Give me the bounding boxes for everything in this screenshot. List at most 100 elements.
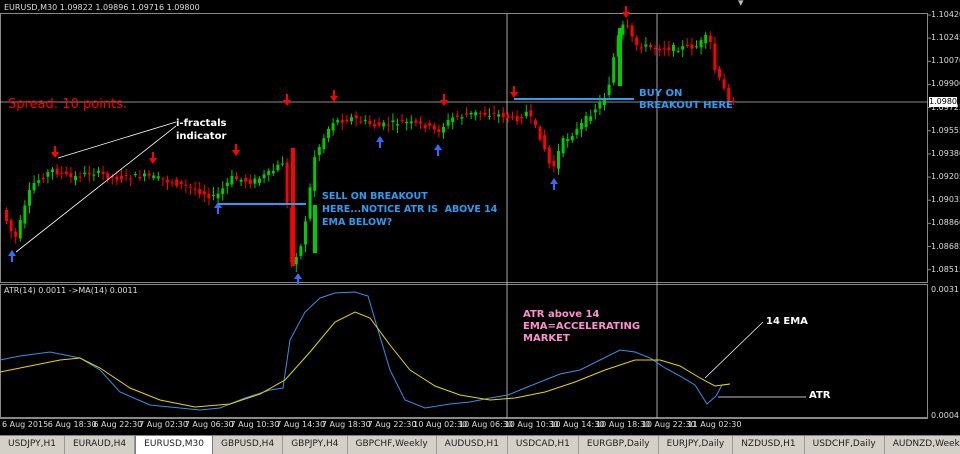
candle-body <box>55 168 59 175</box>
candle-body <box>37 180 41 183</box>
candle-body <box>230 175 234 185</box>
candle-body <box>690 44 694 49</box>
candle-body <box>653 47 657 49</box>
candle-body <box>115 176 119 181</box>
collapse-icon[interactable]: ▾ <box>738 0 744 9</box>
candle-body <box>515 116 519 122</box>
fractal-down-arrow-icon <box>622 6 630 18</box>
candle-body <box>299 246 303 257</box>
fractal-up-arrow-icon <box>376 136 384 148</box>
candle-body <box>18 219 22 239</box>
candle-body <box>557 151 560 169</box>
fractal-down-arrow-icon <box>510 86 518 98</box>
atr-note-annotation: ATR above 14 EMA=ACCELERATING MARKET <box>523 309 641 344</box>
candle-body <box>354 115 358 119</box>
annotation-pointer <box>704 321 764 379</box>
candle-body <box>506 114 510 119</box>
candle-body <box>147 173 151 176</box>
candle-body <box>552 160 556 167</box>
candle-body <box>129 178 133 180</box>
time-tick-label: 11 Aug 02:30 <box>687 420 742 429</box>
candle-body <box>474 112 478 116</box>
candle-body <box>83 172 87 175</box>
sell-annotation: SELL ON BREAKOUT HERE...NOTICE ATR IS AB… <box>322 191 498 228</box>
candle-body <box>32 183 36 191</box>
candle-body <box>718 68 721 78</box>
candle-body <box>244 177 248 182</box>
symbol-tab[interactable]: GBPUSD,H4 <box>213 436 284 454</box>
candle-body <box>276 164 280 171</box>
candle-body <box>327 129 330 138</box>
symbol-tab[interactable]: USDCHF,Daily <box>804 436 885 454</box>
annotation-pointer <box>15 125 177 253</box>
candle-body <box>262 174 266 179</box>
candle-body <box>202 191 206 195</box>
symbol-tab[interactable]: USDCAD,H1 <box>507 436 579 454</box>
candle-body <box>566 138 570 142</box>
symbol-tab[interactable]: AUDNZD,Weekly <box>884 436 960 454</box>
candle-body <box>271 171 275 174</box>
candle-body <box>198 189 202 195</box>
symbol-tab[interactable]: EURGBP,Daily <box>578 436 659 454</box>
candle-body <box>373 124 376 127</box>
candle-body <box>676 50 680 52</box>
candle-body <box>451 117 455 123</box>
candle-body <box>547 147 551 164</box>
candle-body <box>322 138 326 150</box>
symbol-tab[interactable]: USDJPY,H1 <box>0 436 65 454</box>
candle-body <box>580 122 583 130</box>
fractal-down-arrow-icon <box>232 144 240 156</box>
symbol-tab[interactable]: GBPJPY,H4 <box>283 436 348 454</box>
candle-body <box>391 120 395 123</box>
candle-body <box>561 138 565 154</box>
time-tick-label: 7 Aug 22:30 <box>367 420 417 429</box>
candle-body <box>630 25 634 37</box>
ema-label: 14 EMA <box>766 316 808 327</box>
candle-body <box>598 101 602 109</box>
price-tick-label: 1.09555 <box>931 125 960 135</box>
candle-body <box>483 112 487 115</box>
price-tick-label: 1.10070 <box>931 56 960 66</box>
candle-body <box>239 179 243 182</box>
fractal-down-arrow-icon <box>283 94 291 106</box>
candle-body <box>575 128 579 135</box>
candle-body <box>359 121 363 123</box>
candle-body <box>193 188 197 190</box>
symbol-tab[interactable]: GBPCHF,Weekly <box>347 436 437 454</box>
candle-body <box>156 176 160 179</box>
candle-body <box>432 125 436 130</box>
candle-body <box>437 129 441 133</box>
price-tick-label: 1.09900 <box>931 79 960 89</box>
indicator-axis-top: 0.0031 <box>931 285 959 294</box>
candle-body <box>106 173 110 179</box>
fractal-up-arrow-icon <box>8 250 16 262</box>
spread-label: Spread: 10 points. <box>8 97 128 112</box>
candle-body <box>538 126 542 140</box>
symbol-tab[interactable]: EURAUD,H4 <box>64 436 136 454</box>
candle-body <box>207 193 211 199</box>
candle-body <box>501 112 505 118</box>
candle-body <box>534 120 537 126</box>
candle-body <box>382 122 386 127</box>
candle-body <box>543 135 547 150</box>
candle-body <box>267 170 271 175</box>
candle-body <box>78 176 82 178</box>
candle-body <box>235 176 238 180</box>
candle-body <box>662 48 666 50</box>
candle-body <box>179 181 183 184</box>
symbol-tab[interactable]: AUDUSD,H1 <box>436 436 508 454</box>
candle-body <box>281 163 284 165</box>
candle-body <box>584 115 588 128</box>
symbol-tab[interactable]: EURJPY,Daily <box>658 436 734 454</box>
candle-body <box>488 115 491 117</box>
symbol-tab[interactable]: EURUSD,M30 <box>135 436 214 454</box>
candle-body <box>699 40 703 48</box>
candle-body <box>87 172 91 175</box>
candle-body <box>248 179 252 185</box>
candle-body <box>331 123 335 131</box>
symbol-tab[interactable]: NZDUSD,H1 <box>733 436 805 454</box>
candle-body <box>529 110 533 117</box>
time-tick-label: 7 Aug 14:30 <box>276 420 326 429</box>
candle-body <box>446 120 450 126</box>
candle-body <box>708 35 712 43</box>
